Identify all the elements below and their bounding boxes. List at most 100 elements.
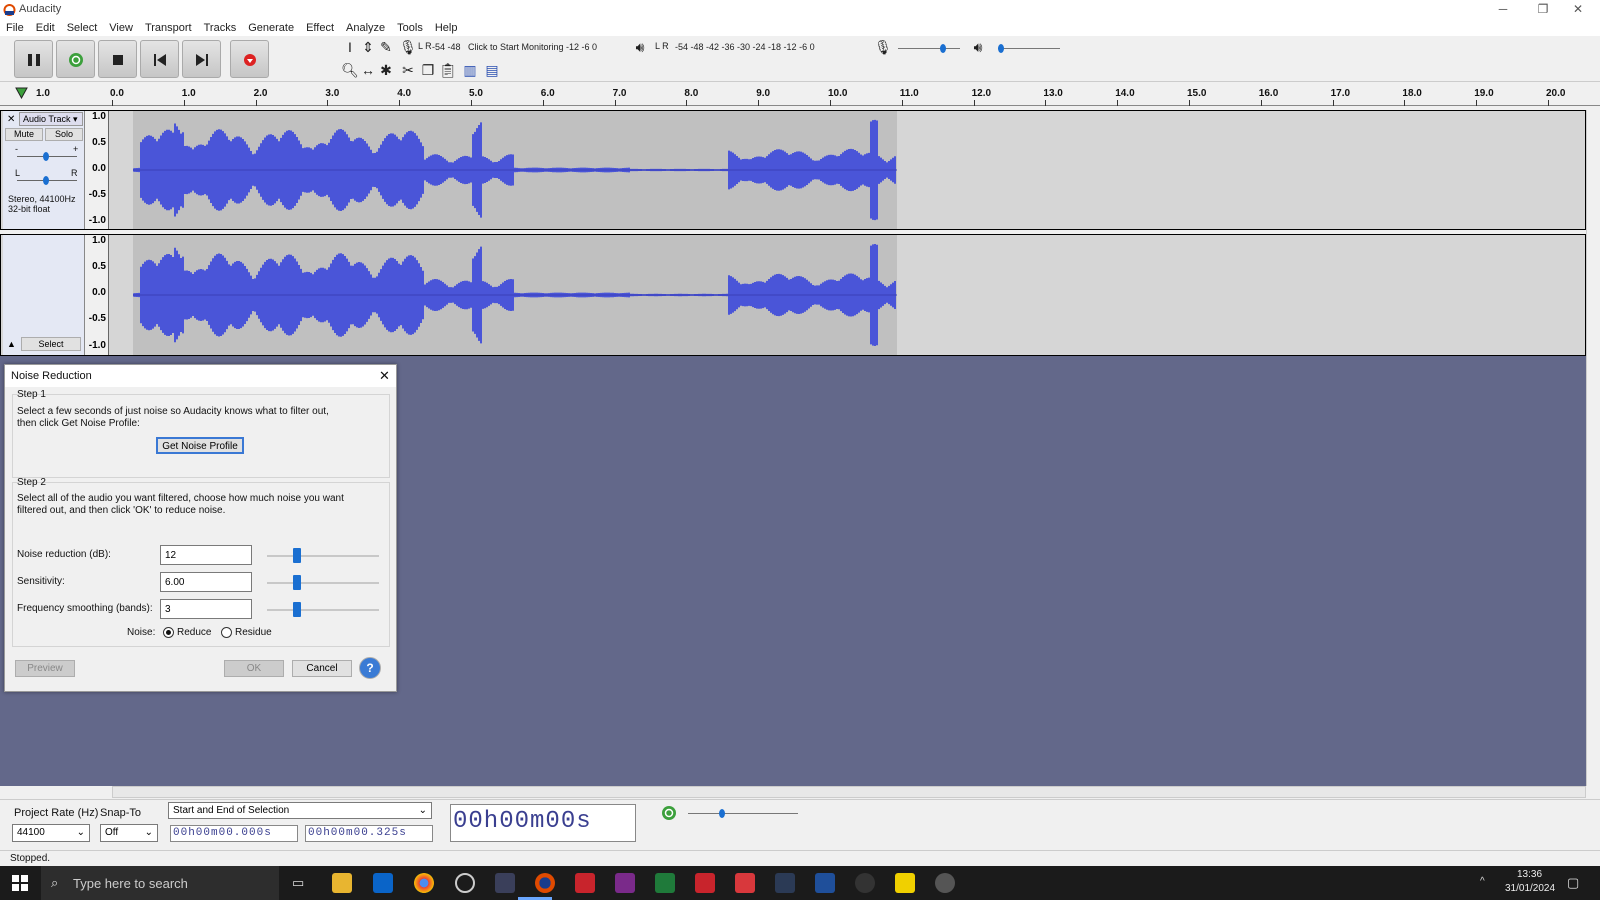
frequency-smoothing-input[interactable]	[160, 599, 252, 619]
clipchamp-icon[interactable]	[615, 873, 635, 893]
app-gray-icon[interactable]	[935, 873, 955, 893]
track-select-button[interactable]: Select	[21, 337, 81, 351]
sensitivity-input[interactable]	[160, 572, 252, 592]
track-name-dropdown[interactable]: Audio Track ▾	[19, 112, 83, 126]
task-view-icon[interactable]: ▭	[292, 875, 304, 891]
app-dark-icon[interactable]	[775, 873, 795, 893]
app-red-icon[interactable]	[575, 873, 595, 893]
app-circle-icon[interactable]	[855, 873, 875, 893]
selection-tool-icon[interactable]: I	[340, 37, 360, 57]
cancel-button[interactable]: Cancel	[292, 660, 352, 677]
track-close-icon[interactable]: ✕	[7, 114, 15, 125]
menu-analyze[interactable]: Analyze	[340, 20, 391, 36]
playback-volume-slider[interactable]	[998, 48, 1060, 49]
selection-mode-dropdown[interactable]: Start and End of Selection ⌄	[168, 802, 432, 819]
audio-track-left-channel[interactable]: ✕ Audio Track ▾ Mute Solo - + L R Stereo…	[0, 110, 1586, 230]
vertical-scrollbar[interactable]	[1586, 110, 1600, 786]
horizontal-scrollbar[interactable]	[112, 786, 1586, 798]
audacity-taskbar-icon[interactable]	[535, 873, 555, 893]
close-window-button[interactable]: ✕	[1555, 0, 1600, 20]
reduce-radio[interactable]	[163, 627, 174, 638]
audio-track-right-channel[interactable]: ▲ Select 1.0 0.5 0.0 -0.5 -1.0	[0, 234, 1586, 356]
noise-reduction-slider[interactable]	[267, 555, 379, 557]
record-button[interactable]	[230, 40, 269, 78]
clock-date[interactable]: 31/01/2024	[1505, 883, 1555, 894]
frequency-smoothing-slider-thumb[interactable]	[293, 602, 301, 617]
envelope-tool-icon[interactable]: ⇕	[358, 37, 378, 57]
solo-button[interactable]: Solo	[45, 128, 83, 141]
waveform-clip[interactable]	[132, 235, 897, 355]
app-red-2-icon[interactable]	[695, 873, 715, 893]
taskbar-search-box[interactable]: ⌕ Type here to search	[41, 866, 279, 900]
trim-icon[interactable]: ▥	[460, 60, 480, 80]
menu-view[interactable]: View	[103, 20, 139, 36]
pause-button[interactable]	[14, 40, 53, 78]
gain-slider-thumb[interactable]	[43, 152, 49, 161]
file-explorer-icon[interactable]	[332, 873, 352, 893]
copy-icon[interactable]: ❐	[418, 60, 438, 80]
rec-monitor-prompt[interactable]: Click to Start Monitoring	[468, 42, 564, 52]
noise-reduction-slider-thumb[interactable]	[293, 548, 301, 563]
play-meter-scale[interactable]: -54 -48 -42 -36 -30 -24 -18 -12 -6 0	[675, 42, 815, 52]
menu-tools[interactable]: Tools	[391, 20, 429, 36]
menu-effect[interactable]: Effect	[300, 20, 340, 36]
playback-speed-slider[interactable]	[688, 813, 798, 814]
excel-icon[interactable]	[655, 873, 675, 893]
store-icon[interactable]	[735, 873, 755, 893]
recording-volume-thumb[interactable]	[940, 44, 946, 53]
get-noise-profile-button[interactable]: Get Noise Profile	[156, 437, 244, 454]
sensitivity-slider[interactable]	[267, 582, 379, 584]
preview-button[interactable]: Preview	[15, 660, 75, 677]
notes-icon[interactable]	[895, 873, 915, 893]
reduce-radio-label[interactable]: Reduce	[177, 627, 211, 638]
skip-end-button[interactable]	[182, 40, 221, 78]
stop-button[interactable]	[98, 40, 137, 78]
selection-start-time[interactable]: 00h00m00.000s	[170, 825, 298, 842]
play-button[interactable]	[56, 40, 95, 78]
frequency-smoothing-slider[interactable]	[267, 609, 379, 611]
menu-help[interactable]: Help	[429, 20, 464, 36]
obs-icon[interactable]	[455, 873, 475, 893]
project-rate-dropdown[interactable]: 44100 ⌄	[12, 824, 90, 842]
multi-tool-icon[interactable]: ✱	[376, 60, 396, 80]
pan-slider-thumb[interactable]	[43, 176, 49, 185]
chrome-icon[interactable]	[414, 873, 434, 893]
cut-icon[interactable]: ✂	[398, 60, 418, 80]
mute-button[interactable]: Mute	[5, 128, 43, 141]
draw-tool-icon[interactable]: ✎	[376, 37, 396, 57]
clock-time[interactable]: 13:36	[1517, 869, 1542, 880]
selection-end-time[interactable]: 00h00m00.325s	[305, 825, 433, 842]
skip-start-button[interactable]	[140, 40, 179, 78]
dialog-close-icon[interactable]: ✕	[379, 368, 390, 384]
ok-button[interactable]: OK	[224, 660, 284, 677]
sensitivity-slider-thumb[interactable]	[293, 575, 301, 590]
outlook-icon[interactable]	[373, 873, 393, 893]
playback-volume-thumb[interactable]	[998, 44, 1004, 53]
zoom-tool-icon[interactable]: 🔍︎	[340, 60, 360, 80]
davinci-resolve-icon[interactable]	[495, 873, 515, 893]
snap-to-dropdown[interactable]: Off ⌄	[100, 824, 158, 842]
menu-edit[interactable]: Edit	[30, 20, 61, 36]
search-app-icon[interactable]	[815, 873, 835, 893]
timeshift-tool-icon[interactable]: ↔	[358, 60, 378, 80]
menu-tracks[interactable]: Tracks	[198, 20, 243, 36]
menu-select[interactable]: Select	[61, 20, 104, 36]
residue-radio[interactable]	[221, 627, 232, 638]
noise-reduction-input[interactable]	[160, 545, 252, 565]
timeline-ruler[interactable]: 1.0 0.0 1.0 2.0 3.0 4.0 5.0 6.0 7.0 8.0 9.0 10.0 11…	[0, 84, 1600, 106]
recording-volume-slider[interactable]	[898, 48, 960, 49]
silence-icon[interactable]: ▤	[482, 60, 502, 80]
audio-position-time[interactable]: 00h00m00s	[450, 804, 636, 842]
playback-speed-thumb[interactable]	[719, 809, 725, 818]
collapse-icon[interactable]: ▲	[7, 339, 16, 349]
play-at-speed-icon[interactable]	[661, 805, 677, 821]
waveform-clip[interactable]	[132, 111, 897, 229]
menu-generate[interactable]: Generate	[242, 20, 300, 36]
residue-radio-label[interactable]: Residue	[235, 627, 272, 638]
menu-transport[interactable]: Transport	[139, 20, 198, 36]
help-button[interactable]: ?	[359, 657, 381, 679]
tray-expand-icon[interactable]: ^	[1480, 876, 1485, 887]
menu-file[interactable]: File	[0, 20, 30, 36]
notifications-icon[interactable]: ▢	[1567, 875, 1579, 891]
windows-start-icon[interactable]	[12, 875, 28, 891]
